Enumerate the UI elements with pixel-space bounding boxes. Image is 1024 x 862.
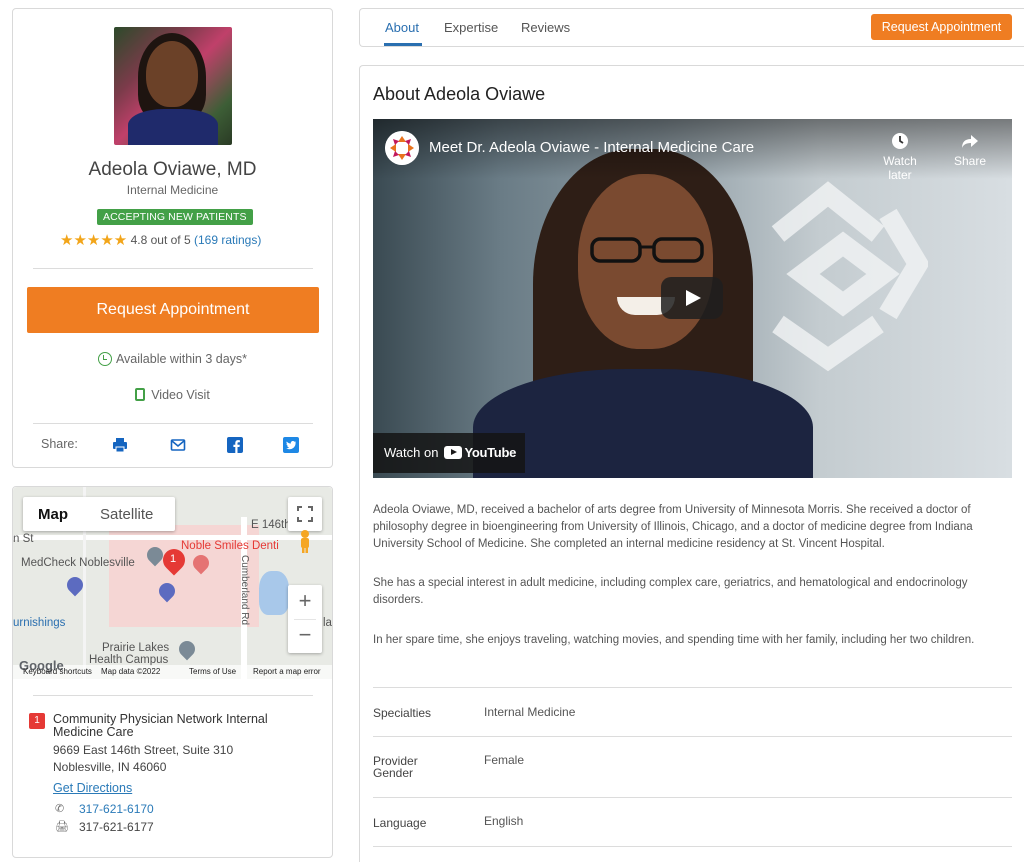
map-footer: Google Keyboard shortcuts Map data ©2022… xyxy=(13,659,332,679)
availability-info: Available within 3 days* xyxy=(13,352,332,366)
keyboard-shortcuts-link[interactable]: Keyboard shortcuts xyxy=(23,665,92,679)
zoom-out-button[interactable]: − xyxy=(288,620,322,653)
clock-icon xyxy=(892,133,908,149)
bio-paragraph: Adeola Oviawe, MD, received a bachelor o… xyxy=(373,504,973,550)
detail-key: Language xyxy=(373,816,427,830)
fullscreen-button[interactable] xyxy=(288,497,322,531)
terms-link[interactable]: Terms of Use xyxy=(189,665,236,679)
divider xyxy=(33,695,313,696)
profile-tabs-bar: About Expertise Reviews Request Appointm… xyxy=(359,8,1024,47)
divider xyxy=(33,423,313,424)
share-label: Share: xyxy=(41,437,78,451)
phone-link[interactable]: 317-621-6170 xyxy=(79,802,154,816)
request-appointment-button-header[interactable]: Request Appointment xyxy=(871,14,1012,40)
detail-row-gender: Provider Gender Female xyxy=(373,736,1012,797)
phone-icon: ✆ xyxy=(55,803,65,815)
map-poi-pin xyxy=(175,637,199,661)
map-label-noble-smiles: Noble Smiles Denti xyxy=(181,540,279,552)
youtube-wordmark: YouTube xyxy=(464,445,517,460)
tab-reviews[interactable]: Reviews xyxy=(521,20,570,35)
map-road xyxy=(13,535,332,540)
detail-value: Female xyxy=(484,753,525,767)
about-title: About Adeola Oviawe xyxy=(373,84,546,104)
request-appointment-button[interactable]: Request Appointment xyxy=(27,287,319,333)
map-label-furnishings: urnishings xyxy=(13,617,66,629)
fullscreen-icon xyxy=(297,506,313,522)
email-icon[interactable] xyxy=(170,437,186,453)
watch-later-label: Watch later xyxy=(883,154,917,182)
pegman-icon xyxy=(301,530,309,553)
bio-paragraph: She has a special interest in adult medi… xyxy=(373,577,968,606)
location-name: Community Physician Network Internal Med… xyxy=(53,712,268,739)
video-visit-icon xyxy=(135,388,146,401)
video-visit-text: Video Visit xyxy=(151,388,210,402)
detail-value: English xyxy=(484,814,524,828)
map-label-cumberland: Cumberland Rd xyxy=(239,555,250,626)
fax-number: 317-621-6177 xyxy=(79,820,154,834)
map-type-tabs: Map Satellite xyxy=(23,497,175,531)
availability-text: Available within 3 days* xyxy=(115,352,248,366)
rating-value: 4.8 out of 5 xyxy=(130,233,191,247)
youtube-video-player[interactable]: Meet Dr. Adeola Oviawe - Internal Medici… xyxy=(373,119,1012,478)
zoom-controls: + − xyxy=(288,585,322,653)
share-video-button[interactable]: Share xyxy=(945,131,995,168)
video-title[interactable]: Meet Dr. Adeola Oviawe - Internal Medici… xyxy=(429,139,754,156)
watch-later-button[interactable]: Watch later xyxy=(875,131,925,182)
print-icon[interactable] xyxy=(112,437,128,453)
divider xyxy=(33,268,313,269)
ratings-count-link[interactable]: (169 ratings) xyxy=(194,233,261,247)
bio-paragraph: In her spare time, she enjoys traveling,… xyxy=(373,634,975,646)
provider-name: Adeola Oviawe, MD xyxy=(88,159,257,180)
active-tab-indicator xyxy=(384,43,422,46)
clock-icon xyxy=(97,352,112,366)
play-button[interactable] xyxy=(661,277,723,319)
map-pin-number: 1 xyxy=(170,553,177,565)
map-water xyxy=(259,571,289,615)
watch-on-text: Watch on xyxy=(384,445,439,460)
street-view-pegman[interactable] xyxy=(291,527,319,555)
tab-about[interactable]: About xyxy=(385,20,419,35)
zoom-in-button[interactable]: + xyxy=(288,585,322,619)
map-label-st: n St xyxy=(13,533,34,545)
location-address-line2: Noblesville, IN 46060 xyxy=(53,760,167,774)
share-arrow-icon xyxy=(962,135,978,148)
youtube-logo-icon xyxy=(444,446,463,459)
location-map[interactable]: Map Satellite E 146th n St MedCheck Nobl… xyxy=(13,487,332,679)
twitter-icon[interactable] xyxy=(283,437,299,453)
facebook-icon[interactable] xyxy=(227,437,243,453)
map-data-text: Map data ©2022 xyxy=(101,667,161,676)
accepting-patients-badge: ACCEPTING NEW PATIENTS xyxy=(97,209,253,225)
map-tab-satellite[interactable]: Satellite xyxy=(100,506,153,523)
channel-logo-icon[interactable] xyxy=(385,131,419,165)
detail-key: Specialties xyxy=(373,706,432,720)
map-tab-map[interactable]: Map xyxy=(38,506,68,523)
report-error-link[interactable]: Report a map error xyxy=(253,665,321,679)
map-label-street: E 146th xyxy=(251,519,291,531)
provider-specialty: Internal Medicine xyxy=(126,183,219,197)
map-label-medcheck: MedCheck Noblesville xyxy=(21,557,135,569)
detail-row-specialties: Specialties Internal Medicine xyxy=(373,687,1012,736)
glasses-shape xyxy=(590,237,704,263)
map-label-la: la xyxy=(323,617,332,629)
provider-photo xyxy=(114,27,232,145)
share-label: Share xyxy=(953,154,987,168)
watermark-logo-icon xyxy=(771,181,928,372)
rating-stars-icon: ★★★★★ xyxy=(60,232,128,249)
detail-row-language: Language English xyxy=(373,797,1012,847)
about-section: About Adeola Oviawe Meet Dr. Adeola Ovia… xyxy=(359,65,1024,862)
tab-expertise[interactable]: Expertise xyxy=(444,20,498,35)
rating-summary: ★★★★★ 4.8 out of 5 (169 ratings) xyxy=(60,231,261,249)
map-label-prairie-lakes: Prairie Lakes xyxy=(102,642,170,654)
video-visit-info: Video Visit xyxy=(13,388,332,402)
provider-profile-card: Adeola Oviawe, MD Internal Medicine ACCE… xyxy=(12,8,333,468)
location-address-line1: 9669 East 146th Street, Suite 310 xyxy=(53,743,234,757)
watch-on-youtube-button[interactable]: Watch on YouTube xyxy=(373,433,525,473)
location-card: Map Satellite E 146th n St MedCheck Nobl… xyxy=(12,486,333,858)
fax-icon: 🖨 xyxy=(55,821,69,833)
detail-value: Internal Medicine xyxy=(484,705,576,719)
get-directions-link[interactable]: Get Directions xyxy=(53,781,132,795)
detail-key: Provider Gender xyxy=(373,754,418,780)
location-number-badge: 1 xyxy=(29,713,45,729)
